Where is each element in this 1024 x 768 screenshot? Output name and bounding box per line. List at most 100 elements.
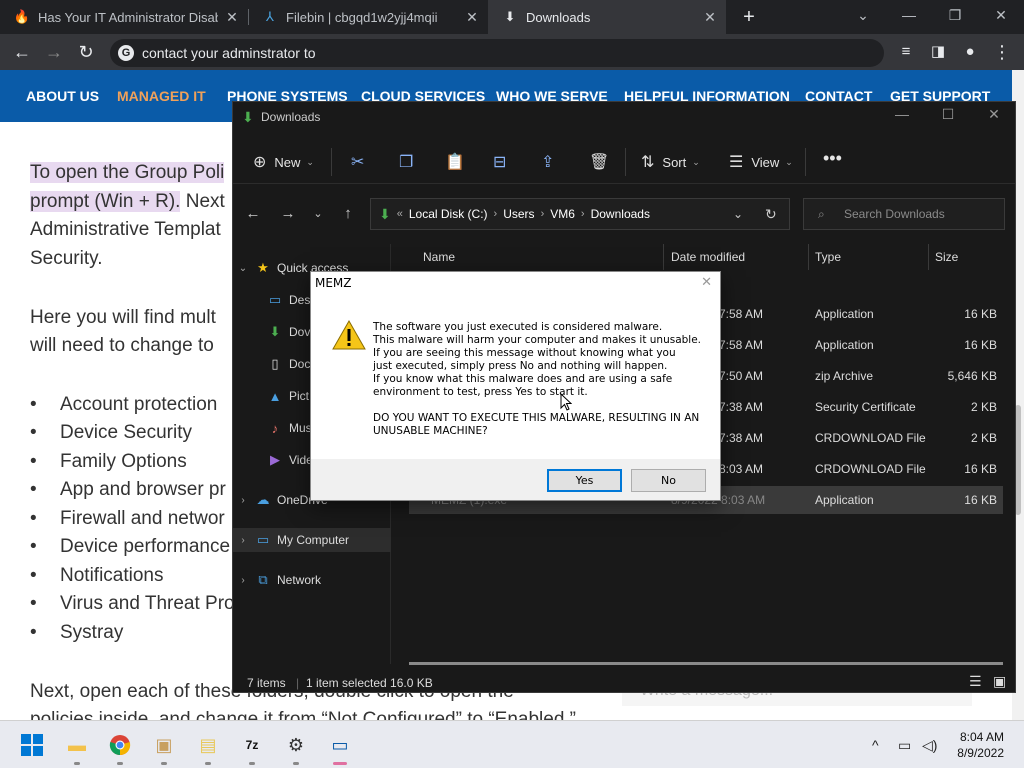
address-bar[interactable]: G contact your adminstrator to [110, 39, 884, 67]
notepad-icon[interactable]: ▤ [192, 729, 224, 765]
search-input[interactable]: ⌕ Search Downloads [803, 198, 1005, 230]
plus-circle-icon: ⊕ [253, 154, 267, 171]
download-icon: ⬇ [269, 324, 281, 339]
volume-icon[interactable]: ◁) [922, 737, 937, 754]
tab-it-administrator[interactable]: 🔥 Has Your IT Administrator Disable ✕ [0, 0, 248, 34]
back-button[interactable]: ← [241, 202, 265, 226]
breadcrumb-item[interactable]: Downloads [591, 207, 650, 221]
back-button[interactable]: ← [8, 38, 36, 66]
chevron-down-icon[interactable]: ⌄ [233, 263, 253, 274]
chevron-right-icon: › [493, 208, 498, 220]
column-header-name[interactable]: Name [423, 244, 455, 270]
start-button[interactable] [16, 729, 48, 761]
breadcrumb-item[interactable]: VM6 [550, 207, 575, 221]
recent-locations-icon[interactable]: ⌄ [306, 202, 330, 226]
column-header-type[interactable]: Type [815, 244, 841, 270]
7zip-icon[interactable]: 7z [236, 729, 268, 765]
up-button[interactable]: ↑ [336, 202, 360, 226]
close-button[interactable]: ✕ [971, 106, 1015, 123]
mouse-cursor-icon [560, 393, 572, 411]
menu-icon[interactable]: ⋮ [988, 38, 1016, 66]
column-header-size[interactable]: Size [935, 244, 958, 270]
rename-button[interactable]: ⊟ [493, 152, 514, 172]
clock-time: 8:04 AM [959, 730, 1004, 744]
search-placeholder: Search Downloads [844, 207, 945, 221]
chevron-up-icon[interactable]: ^ [872, 737, 879, 753]
restore-button[interactable]: ❐ [932, 0, 978, 34]
side-panel-icon[interactable]: ◨ [924, 38, 952, 66]
minimize-button[interactable]: — [886, 0, 932, 34]
chevron-down-icon[interactable]: ⌄ [733, 207, 743, 221]
list-icon: ☰ [729, 154, 744, 171]
tiles-view-icon[interactable]: ▣ [993, 673, 1006, 690]
more-options-icon[interactable]: ••• [823, 148, 842, 169]
paragraph-line: policies inside, and change it from “Not… [30, 709, 577, 720]
file-explorer-icon[interactable]: ▬ [61, 729, 93, 765]
cut-button[interactable]: ✂ [351, 152, 372, 172]
chevron-right-icon[interactable]: › [233, 535, 253, 546]
star-icon: ★ [257, 260, 269, 275]
status-divider: | [296, 676, 300, 690]
no-button[interactable]: No [631, 469, 706, 492]
copy-button[interactable]: ❐ [399, 152, 421, 172]
paste-button[interactable]: 📋 [445, 152, 473, 172]
new-tab-button[interactable]: + [736, 4, 762, 30]
sidebar-item-network[interactable]: › ⧉ Network [233, 568, 391, 592]
column-header-date[interactable]: Date modified [671, 244, 745, 270]
close-icon[interactable]: ✕ [702, 9, 718, 25]
column-divider[interactable] [808, 244, 809, 270]
explorer-titlebar: ⬇ Downloads — ☐ ✕ [233, 102, 1015, 132]
list-item: Notifications [30, 565, 164, 587]
chrome-icon[interactable] [104, 729, 136, 765]
maximize-button[interactable]: ☐ [925, 106, 971, 123]
column-divider[interactable] [663, 244, 664, 270]
forward-button[interactable]: → [40, 38, 68, 66]
address-text: contact your adminstrator to [142, 45, 316, 61]
desktop-icon: ▭ [268, 292, 282, 307]
details-view-icon[interactable]: ☰ [969, 673, 982, 690]
app-icon[interactable]: ▣ [148, 729, 180, 765]
view-button[interactable]: ☰ View ⌄ [729, 152, 793, 172]
paragraph-line: prompt (Win + R). Next [30, 187, 225, 216]
share-button[interactable]: ⇪ [541, 152, 562, 172]
sidebar-item-my-computer[interactable]: › ▭ My Computer [233, 528, 391, 552]
address-bar[interactable]: ⬇ « Local Disk (C:) › Users › VM6 › Down… [370, 198, 790, 230]
chevron-right-icon[interactable]: › [233, 495, 253, 506]
nav-managed-it[interactable]: MANAGED IT [117, 88, 206, 104]
refresh-icon[interactable]: ↻ [765, 206, 777, 223]
close-icon[interactable]: ✕ [464, 9, 480, 25]
close-icon[interactable]: ✕ [224, 9, 240, 25]
settings-icon[interactable]: ⚙ [280, 729, 312, 765]
nav-about-us[interactable]: ABOUT US [26, 88, 99, 104]
reload-button[interactable]: ↻ [72, 38, 100, 66]
system-clock[interactable]: 8:04 AM 8/9/2022 [950, 729, 1004, 761]
tab-search-icon[interactable]: ⌄ [840, 0, 886, 34]
media-icon[interactable]: ≡ [892, 38, 920, 66]
column-divider[interactable] [928, 244, 929, 270]
paragraph-line: Here you will find mult [30, 307, 216, 328]
breadcrumb-item[interactable]: Users [503, 207, 534, 221]
copy-icon: ❐ [399, 154, 414, 171]
close-window-button[interactable]: ✕ [978, 0, 1024, 34]
pictures-icon: ▲ [268, 388, 282, 404]
chrome-logo [109, 735, 131, 756]
tab-filebin[interactable]: ⅄ Filebin | cbgqd1w2yjj4mqii ✕ [248, 0, 488, 34]
network-icon: ⧉ [258, 572, 268, 587]
tab-strip: 🔥 Has Your IT Administrator Disable ✕ ⅄ … [0, 0, 1024, 34]
yes-button[interactable]: Yes [547, 469, 622, 492]
dialog-app-icon[interactable]: ▭ [324, 729, 356, 765]
chevron-right-icon[interactable]: › [233, 575, 253, 586]
close-icon[interactable]: ✕ [701, 272, 712, 294]
sort-button[interactable]: ⇅ Sort ⌄ [641, 152, 700, 172]
minimize-button[interactable]: — [879, 106, 925, 122]
network-icon[interactable]: ▭ [898, 737, 911, 754]
forward-button[interactable]: → [276, 202, 300, 226]
tab-downloads[interactable]: ⬇ Downloads ✕ [488, 0, 726, 34]
list-item: Device Security [30, 422, 192, 444]
chevron-right-icon: › [540, 208, 545, 220]
breadcrumb-item[interactable]: Local Disk (C:) [409, 207, 488, 221]
profile-icon[interactable]: ● [956, 38, 984, 66]
new-button[interactable]: ⊕ New ⌄ [253, 152, 314, 172]
horizontal-scrollbar[interactable] [409, 662, 1003, 665]
delete-button[interactable]: 🗑 [589, 152, 617, 172]
